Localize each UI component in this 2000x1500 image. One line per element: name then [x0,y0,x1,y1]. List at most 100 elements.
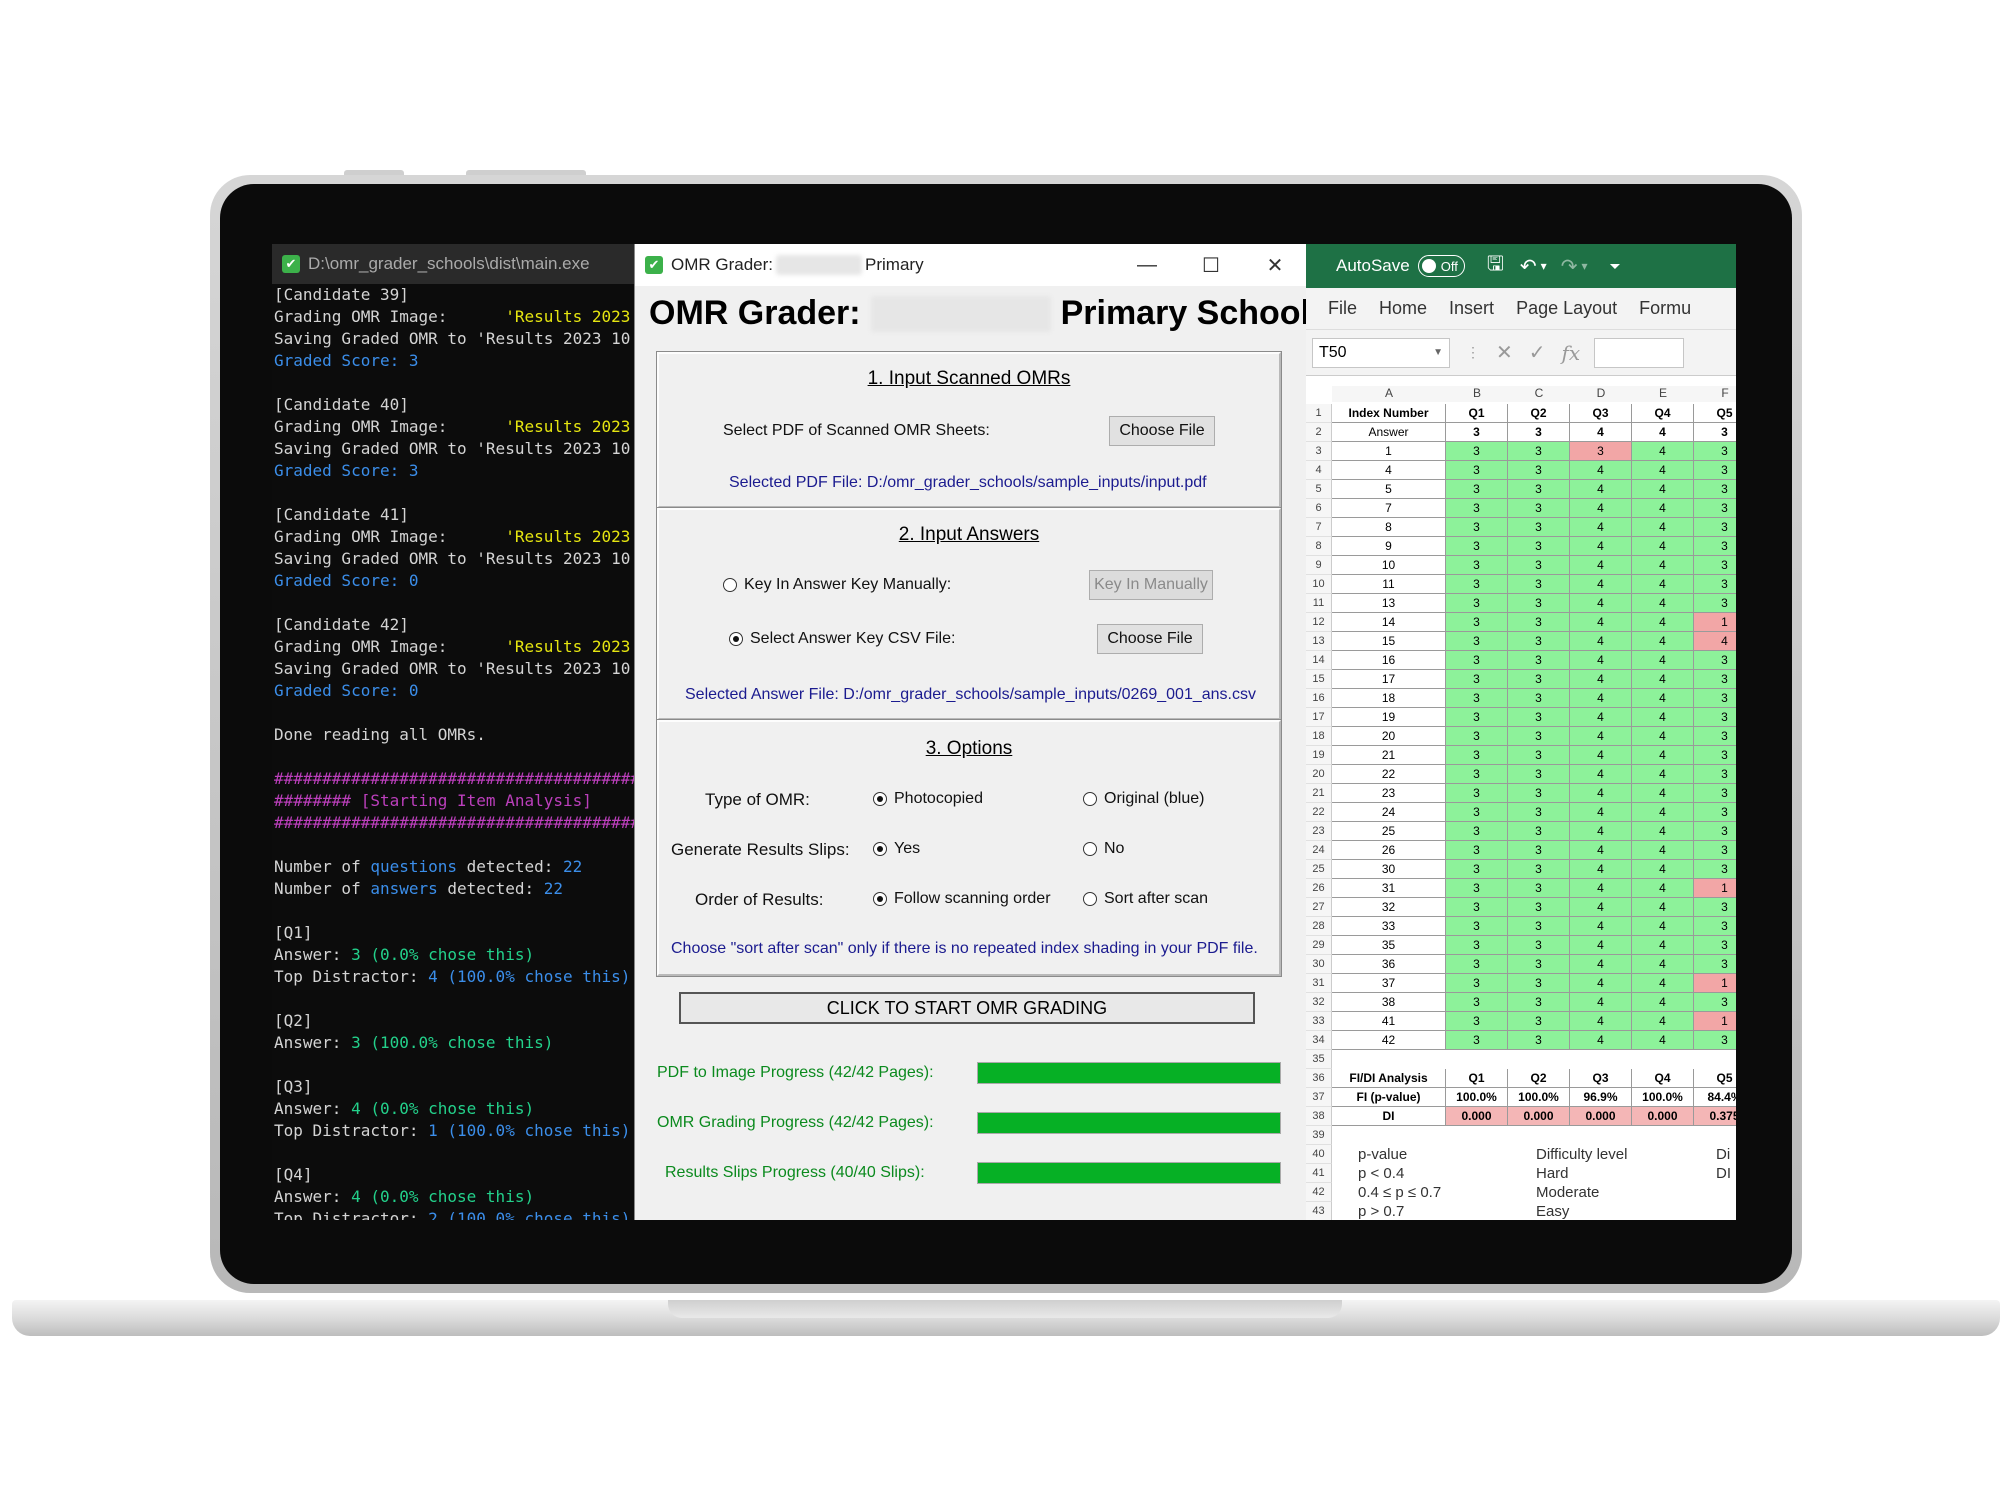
cell[interactable]: 4 [1632,499,1694,518]
cell[interactable]: 4 [1632,461,1694,480]
cell[interactable]: 3 [1694,575,1736,594]
cell[interactable]: 3 [1508,594,1570,613]
cell[interactable]: 24 [1332,803,1446,822]
cell[interactable]: 4 [1632,480,1694,499]
cell[interactable]: 3 [1508,651,1570,670]
tab-file[interactable]: File [1328,298,1357,319]
cell[interactable]: 3 [1446,784,1508,803]
cell[interactable]: 4 [1570,936,1632,955]
cell[interactable]: 4 [1632,879,1694,898]
cell[interactable]: 3 [1446,537,1508,556]
cell[interactable]: 1 [1694,1012,1736,1031]
cell[interactable]: 4 [1570,594,1632,613]
cell[interactable]: 3 [1508,822,1570,841]
cell[interactable]: 4 [1332,461,1446,480]
cell[interactable]: 4 [1570,556,1632,575]
cell[interactable]: Q5 [1694,1069,1736,1088]
cell[interactable]: Q3 [1570,404,1632,423]
cell[interactable]: 3 [1508,423,1570,442]
terminal-titlebar[interactable]: ✔ D:\omr_grader_schools\dist\main.exe [272,244,634,284]
cell[interactable]: 4 [1632,727,1694,746]
cell[interactable]: 3 [1508,879,1570,898]
tab-formulas[interactable]: Formu [1639,298,1691,319]
cell[interactable]: 4 [1632,575,1694,594]
cell[interactable]: 4 [1632,537,1694,556]
cell[interactable]: 3 [1446,974,1508,993]
cell[interactable]: 3 [1694,727,1736,746]
cell[interactable]: 0.000 [1570,1107,1632,1126]
cell[interactable]: 3 [1508,556,1570,575]
cell[interactable]: 4 [1632,841,1694,860]
cell[interactable]: 4 [1632,632,1694,651]
cell[interactable]: 3 [1694,708,1736,727]
cell[interactable]: 3 [1446,955,1508,974]
cell[interactable]: 9 [1332,537,1446,556]
cell[interactable]: 4 [1570,822,1632,841]
cell[interactable]: 3 [1508,917,1570,936]
cell[interactable]: 3 [1694,746,1736,765]
cell[interactable]: 3 [1508,841,1570,860]
cell[interactable]: 3 [1694,442,1736,461]
cell[interactable]: 3 [1694,955,1736,974]
cell[interactable]: 4 [1632,936,1694,955]
cell[interactable]: 30 [1332,860,1446,879]
cell[interactable]: 3 [1694,670,1736,689]
formula-input[interactable] [1594,337,1685,368]
cell[interactable]: 1 [1694,974,1736,993]
follow-scanning-order-radio[interactable]: Follow scanning order [873,890,1051,908]
cell[interactable]: 42 [1332,1031,1446,1050]
cell[interactable]: 4 [1632,442,1694,461]
cell[interactable]: 3 [1694,841,1736,860]
cell[interactable]: Q3 [1570,1069,1632,1088]
cell[interactable]: 3 [1446,860,1508,879]
csv-key-radio[interactable]: Select Answer Key CSV File: [729,630,955,648]
chevron-down-icon[interactable]: ▾ [1581,259,1587,273]
cell[interactable]: 17 [1332,670,1446,689]
cell[interactable]: 3 [1694,936,1736,955]
cell[interactable]: 3 [1694,765,1736,784]
cell[interactable]: 100.0% [1446,1088,1508,1107]
redo-icon[interactable]: ↷ [1561,254,1578,279]
cell[interactable]: 3 [1508,1031,1570,1050]
undo-icon[interactable]: ↶ [1520,254,1537,279]
omr-titlebar[interactable]: ✔ OMR Grader: Primary — ☐ ✕ [635,244,1306,286]
cell[interactable]: 3 [1694,689,1736,708]
cell[interactable]: 3 [1446,727,1508,746]
cell[interactable]: 4 [1632,651,1694,670]
cell[interactable]: 4 [1570,689,1632,708]
cell[interactable]: 8 [1332,518,1446,537]
cell[interactable]: 3 [1446,632,1508,651]
cancel-icon[interactable]: ✕ [1496,340,1513,365]
cell[interactable]: 4 [1570,974,1632,993]
cell[interactable]: 3 [1446,689,1508,708]
cell[interactable]: 0.000 [1508,1107,1570,1126]
sort-after-scan-radio[interactable]: Sort after scan [1083,890,1208,908]
cell[interactable]: 4 [1632,860,1694,879]
tab-insert[interactable]: Insert [1449,298,1494,319]
cell[interactable]: 4 [1632,955,1694,974]
key-in-manually-button[interactable]: Key In Manually [1089,570,1213,600]
chevron-down-icon[interactable]: ▾ [1541,259,1547,273]
cell[interactable]: 3 [1508,461,1570,480]
cell[interactable]: 3 [1694,1031,1736,1050]
cell[interactable]: 0.000 [1446,1107,1508,1126]
cell[interactable]: 3 [1508,689,1570,708]
cell[interactable]: 3 [1508,632,1570,651]
close-icon[interactable]: ✕ [1243,244,1307,286]
cell[interactable]: 3 [1694,898,1736,917]
cell[interactable]: 4 [1570,670,1632,689]
cell[interactable]: 3 [1508,765,1570,784]
cell[interactable]: 3 [1508,613,1570,632]
cell[interactable]: 4 [1570,765,1632,784]
cell[interactable]: 100.0% [1632,1088,1694,1107]
cell[interactable]: 4 [1694,632,1736,651]
tab-page-layout[interactable]: Page Layout [1516,298,1617,319]
cell[interactable]: 4 [1632,670,1694,689]
cell[interactable]: 4 [1632,594,1694,613]
cell[interactable]: 21 [1332,746,1446,765]
cell[interactable]: 4 [1632,1031,1694,1050]
cell[interactable]: 3 [1446,423,1508,442]
cell[interactable]: 4 [1570,499,1632,518]
cell[interactable]: 3 [1508,860,1570,879]
cell[interactable]: 4 [1570,1012,1632,1031]
